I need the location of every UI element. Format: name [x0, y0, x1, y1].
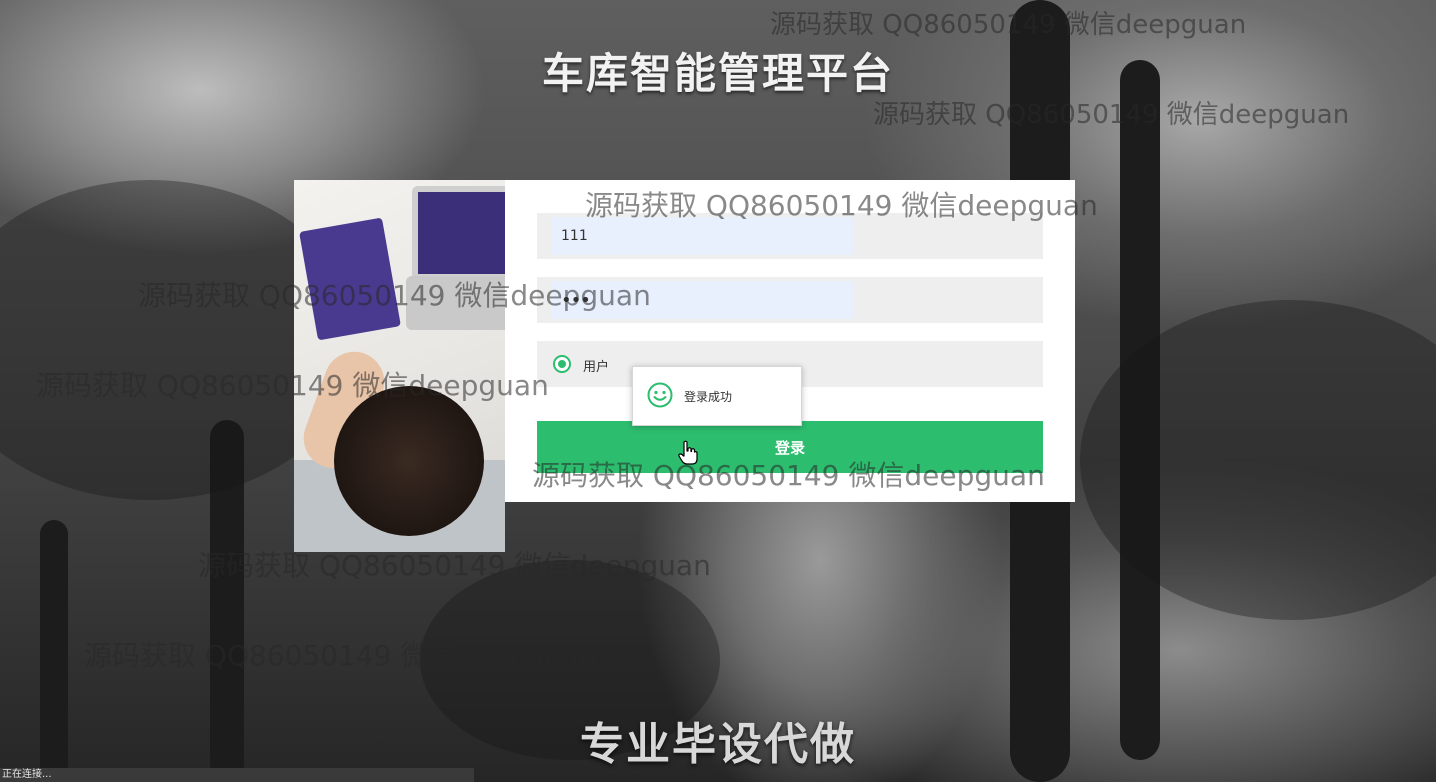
toast-text: 登录成功 [684, 390, 733, 404]
browser-status-bar: 正在连接... [0, 768, 474, 782]
role-label-user: 用户 [583, 360, 610, 375]
watermark-text: 源码获取 QQ86050149 微信deepguan [873, 100, 1350, 130]
role-radio-user[interactable] [553, 355, 571, 373]
photo-person-head [334, 386, 484, 536]
watermark-text: 源码获取 QQ86050149 微信deepguan [36, 369, 549, 402]
toast-message: 登录成功 [632, 366, 802, 426]
watermark-text: 源码获取 QQ86050149 微信deepguan [532, 459, 1045, 492]
watermark-text: 源码获取 QQ86050149 微信deepguan [770, 10, 1247, 40]
watermark-text: 源码获取 QQ86050149 微信deepguan [138, 279, 651, 312]
radio-selected-dot [558, 360, 566, 368]
hand-pointer-icon [678, 440, 698, 465]
watermark-text: 源码获取 QQ86050149 微信deepguan [585, 189, 1098, 222]
bottom-slogan: 专业毕设代做 [580, 719, 856, 770]
page-title: 车库智能管理平台 [541, 49, 894, 98]
watermark-text: 源码获取 QQ86050149 微信deepguan [84, 639, 597, 672]
smile-icon [647, 382, 673, 408]
watermark-text: 源码获取 QQ86050149 微信deepguan [198, 549, 711, 582]
photo-laptop [412, 186, 505, 280]
